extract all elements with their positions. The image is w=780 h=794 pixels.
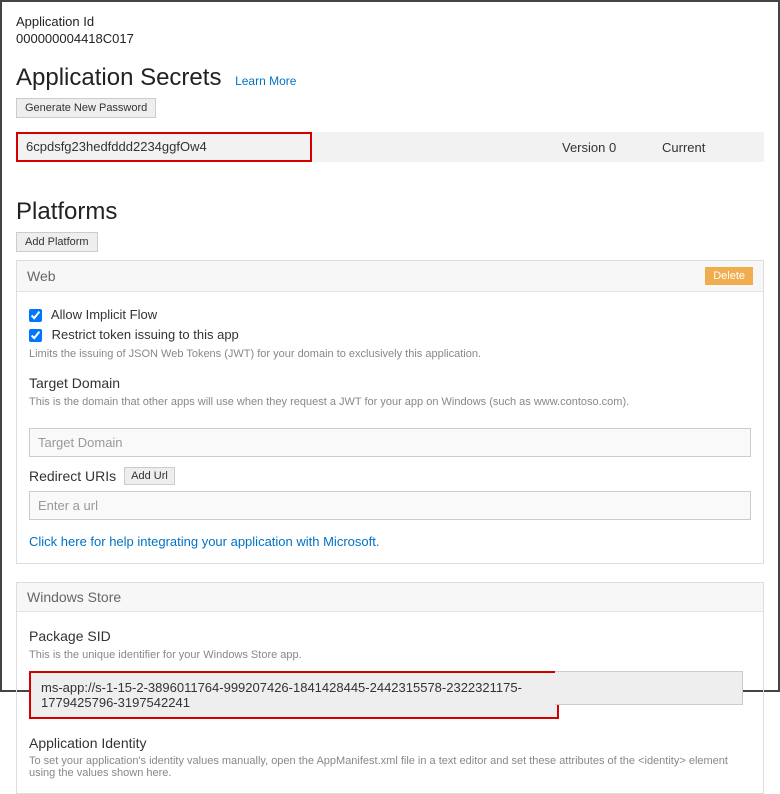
- app-id-value: 000000004418C017: [16, 31, 764, 46]
- target-domain-label: Target Domain: [29, 375, 751, 391]
- secret-row: 6cpdsfg23hedfddd2234ggfOw4 Version 0 Cur…: [16, 132, 764, 162]
- target-domain-hint: This is the domain that other apps will …: [29, 395, 751, 410]
- generate-password-button[interactable]: Generate New Password: [16, 98, 156, 118]
- application-identity-label: Application Identity: [29, 735, 751, 751]
- allow-implicit-checkbox[interactable]: [29, 309, 42, 322]
- delete-web-button[interactable]: Delete: [705, 267, 753, 285]
- web-panel-title: Web: [27, 268, 56, 284]
- package-sid-rest: [555, 671, 743, 705]
- windows-store-panel: Windows Store Package SID This is the un…: [16, 582, 764, 794]
- help-integration-link[interactable]: Click here for help integrating your app…: [29, 534, 751, 549]
- package-sid-value: ms-app://s-1-15-2-3896011764-999207426-1…: [29, 671, 559, 719]
- restrict-token-hint: Limits the issuing of JSON Web Tokens (J…: [29, 347, 751, 362]
- target-domain-input[interactable]: [29, 428, 751, 457]
- web-panel: Web Delete Allow Implicit Flow Restrict …: [16, 260, 764, 564]
- application-identity-hint: To set your application's identity value…: [29, 755, 751, 779]
- learn-more-link[interactable]: Learn More: [235, 74, 296, 88]
- windows-store-panel-title: Windows Store: [27, 589, 121, 605]
- web-panel-header: Web Delete: [17, 261, 763, 292]
- package-sid-label: Package SID: [29, 628, 751, 644]
- restrict-token-label: Restrict token issuing to this app: [52, 327, 239, 342]
- windows-store-panel-header: Windows Store: [17, 583, 763, 612]
- platforms-heading: Platforms: [16, 198, 117, 226]
- app-id-label: Application Id: [16, 14, 764, 29]
- secrets-heading: Application Secrets: [16, 64, 221, 92]
- secret-version: Version 0: [562, 140, 662, 155]
- allow-implicit-label: Allow Implicit Flow: [51, 307, 157, 322]
- restrict-token-checkbox[interactable]: [29, 329, 42, 342]
- redirect-uris-label: Redirect URIs: [29, 468, 116, 484]
- add-url-button[interactable]: Add Url: [124, 467, 175, 485]
- add-platform-button[interactable]: Add Platform: [16, 232, 98, 252]
- package-sid-hint: This is the unique identifier for your W…: [29, 648, 751, 663]
- secret-status: Current: [662, 140, 764, 155]
- redirect-uri-input[interactable]: [29, 491, 751, 520]
- secret-password-value: 6cpdsfg23hedfddd2234ggfOw4: [16, 132, 312, 162]
